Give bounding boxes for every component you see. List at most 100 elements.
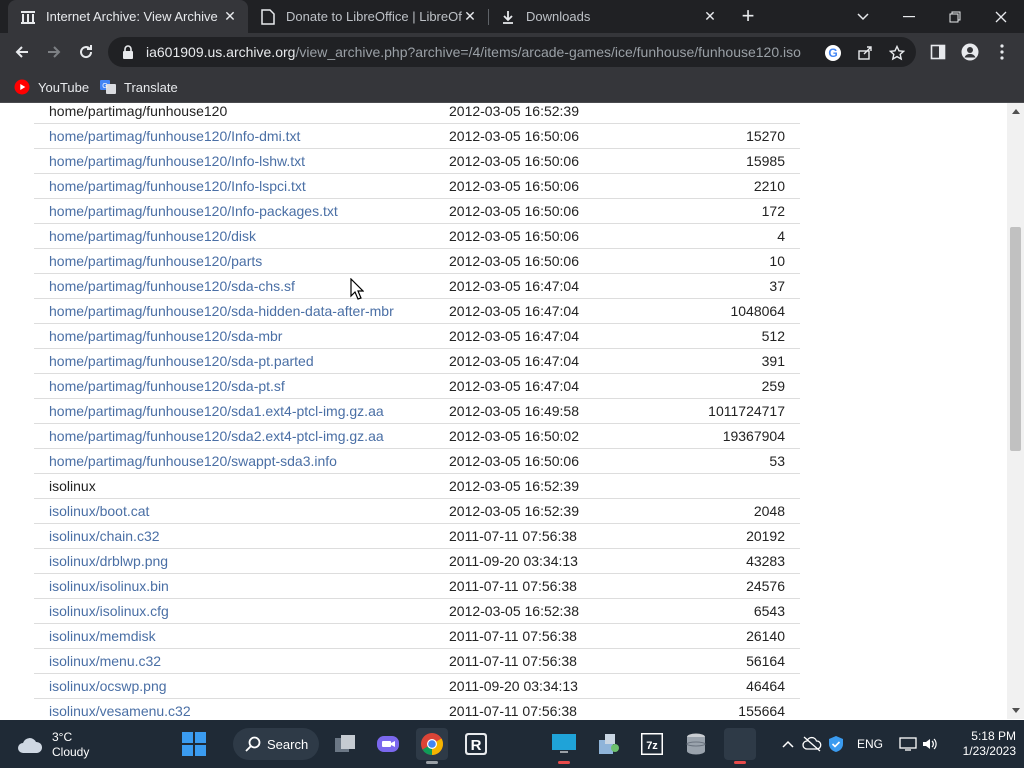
file-link[interactable]: isolinux/menu.c32	[49, 653, 161, 669]
bookmark-youtube[interactable]: YouTube	[14, 77, 89, 97]
7zip-taskbar-icon[interactable]: 7z	[636, 728, 668, 760]
profile-icon[interactable]	[960, 42, 980, 62]
file-link[interactable]: home/partimag/funhouse120/Info-packages.…	[49, 203, 338, 219]
share-icon[interactable]	[856, 44, 874, 62]
minimize-button[interactable]	[886, 0, 932, 33]
file-link[interactable]: home/partimag/funhouse120/Info-lspci.txt	[49, 178, 306, 194]
file-name-cell: home/partimag/funhouse120/sda-mbr	[34, 323, 449, 349]
task-view-icon[interactable]	[329, 728, 361, 760]
vertical-scrollbar[interactable]	[1007, 103, 1024, 719]
database-taskbar-icon[interactable]	[680, 728, 712, 760]
forward-button[interactable]	[40, 38, 68, 66]
start-button[interactable]	[178, 728, 210, 760]
reload-button[interactable]	[72, 38, 100, 66]
table-row: home/partimag/funhouse120/Info-lspci.txt…	[34, 173, 800, 199]
restore-button[interactable]	[932, 0, 978, 33]
active-window-taskbar-icon[interactable]	[724, 728, 756, 764]
file-link[interactable]: home/partimag/funhouse120/sda-pt.sf	[49, 378, 285, 394]
google-icon[interactable]: G	[824, 44, 842, 62]
file-name-cell: home/partimag/funhouse120/sda1.ext4-ptcl…	[34, 398, 449, 424]
r-app-taskbar-icon[interactable]: R	[460, 728, 492, 760]
menu-kebab-icon[interactable]	[992, 42, 1012, 62]
bookmark-translate[interactable]: G Translate	[100, 77, 178, 97]
file-link[interactable]: isolinux/ocswp.png	[49, 678, 167, 694]
table-row: home/partimag/funhouse120/swappt-sda3.in…	[34, 448, 800, 474]
file-date-cell: 2012-03-05 16:52:38	[449, 598, 679, 624]
file-link[interactable]: home/partimag/funhouse120/Info-lshw.txt	[49, 153, 305, 169]
url-text[interactable]: ia601909.us.archive.org/view_archive.php…	[146, 44, 801, 60]
file-link[interactable]: home/partimag/funhouse120/sda-chs.sf	[49, 278, 295, 294]
taskbar-clock[interactable]: 5:18 PM 1/23/2023	[946, 729, 1016, 759]
tab-downloads[interactable]: Downloads ✕	[488, 0, 728, 33]
file-size-cell: 26140	[679, 623, 800, 649]
windows-taskbar: 3°C Cloudy Search R 7z ENG 5:18 PM 1/23/…	[0, 720, 1024, 768]
file-link[interactable]: isolinux/isolinux.cfg	[49, 603, 169, 619]
tab-internet-archive[interactable]: Internet Archive: View Archive ✕	[8, 0, 248, 33]
scroll-down-arrow-icon[interactable]	[1007, 702, 1024, 719]
file-size-cell: 1048064	[679, 298, 800, 324]
download-icon	[500, 9, 516, 25]
file-link[interactable]: isolinux/drblwp.png	[49, 553, 168, 569]
lock-icon[interactable]	[120, 44, 136, 60]
close-tab-icon[interactable]: ✕	[462, 8, 478, 25]
file-link[interactable]: home/partimag/funhouse120/sda-pt.parted	[49, 353, 314, 369]
file-link[interactable]: isolinux/memdisk	[49, 628, 156, 644]
file-link[interactable]: isolinux/chain.c32	[49, 528, 160, 544]
new-tab-button[interactable]: +	[736, 5, 760, 29]
file-link[interactable]: home/partimag/funhouse120/sda-hidden-dat…	[49, 303, 394, 319]
file-link[interactable]: isolinux/isolinux.bin	[49, 578, 169, 594]
file-date-cell: 2012-03-05 16:52:39	[449, 498, 679, 524]
file-link[interactable]: home/partimag/funhouse120/sda1.ext4-ptcl…	[49, 403, 384, 419]
file-name-cell: home/partimag/funhouse120/Info-lshw.txt	[34, 148, 449, 174]
file-date-cell: 2011-07-11 07:56:38	[449, 648, 679, 674]
close-tab-icon[interactable]: ✕	[702, 8, 718, 25]
volume-icon[interactable]	[920, 734, 940, 754]
display-icon[interactable]	[898, 734, 918, 754]
chevron-up-icon[interactable]	[778, 734, 798, 754]
translate-icon: G	[100, 79, 116, 95]
chrome-taskbar-icon[interactable]	[416, 728, 448, 764]
side-panel-icon[interactable]	[928, 42, 948, 62]
file-link[interactable]: isolinux/vesamenu.c32	[49, 703, 191, 719]
file-link[interactable]: home/partimag/funhouse120/sda2.ext4-ptcl…	[49, 428, 384, 444]
installer-taskbar-icon[interactable]	[592, 728, 624, 760]
file-size-cell	[679, 473, 800, 499]
weather-widget[interactable]: 3°C Cloudy	[16, 728, 116, 762]
tab-search-button[interactable]	[840, 0, 886, 33]
file-size-cell: 20192	[679, 523, 800, 549]
file-date-cell: 2012-03-05 16:50:06	[449, 123, 679, 149]
file-size-cell: 19367904	[679, 423, 800, 449]
file-link[interactable]: home/partimag/funhouse120/Info-dmi.txt	[49, 128, 300, 144]
table-row: home/partimag/funhouse120/sda-chs.sf 2012…	[34, 273, 800, 299]
monitor-app-taskbar-icon[interactable]	[548, 728, 580, 764]
file-link[interactable]: home/partimag/funhouse120/disk	[49, 228, 256, 244]
tab-libreoffice[interactable]: Donate to LibreOffice | LibreOffic ✕	[248, 0, 488, 33]
scrollbar-thumb[interactable]	[1010, 227, 1021, 451]
file-link[interactable]: isolinux/boot.cat	[49, 503, 149, 519]
scroll-up-arrow-icon[interactable]	[1007, 103, 1024, 120]
file-size-cell: 391	[679, 348, 800, 374]
file-link[interactable]: home/partimag/funhouse120/sda-mbr	[49, 328, 282, 344]
file-date-cell: 2011-07-11 07:56:38	[449, 523, 679, 549]
bookmark-star-icon[interactable]	[888, 44, 906, 62]
file-link[interactable]: home/partimag/funhouse120/swappt-sda3.in…	[49, 453, 337, 469]
address-bar[interactable]: ia601909.us.archive.org/view_archive.php…	[108, 37, 916, 67]
file-date-cell: 2012-03-05 16:49:58	[449, 398, 679, 424]
reload-icon	[80, 45, 93, 59]
file-link[interactable]: home/partimag/funhouse120/parts	[49, 253, 262, 269]
file-date-cell: 2012-03-05 16:47:04	[449, 348, 679, 374]
teams-chat-icon[interactable]	[372, 728, 404, 760]
table-row: home/partimag/funhouse120/sda-mbr 2012-03…	[34, 323, 800, 349]
table-row: isolinux/isolinux.cfg 2012-03-05 16:52:38…	[34, 598, 800, 624]
cloud-offline-icon[interactable]	[802, 734, 822, 754]
file-size-cell: 56164	[679, 648, 800, 674]
close-tab-icon[interactable]: ✕	[222, 8, 238, 25]
security-shield-icon[interactable]	[826, 734, 846, 754]
table-row: home/partimag/funhouse120/sda2.ext4-ptcl…	[34, 423, 800, 449]
close-window-button[interactable]	[978, 0, 1024, 33]
table-row: isolinux/menu.c32 2011-07-11 07:56:38 5616…	[34, 648, 800, 674]
back-button[interactable]	[8, 38, 36, 66]
taskbar-search-button[interactable]: Search	[233, 728, 319, 760]
language-indicator[interactable]: ENG	[857, 737, 883, 751]
file-name-cell: isolinux/menu.c32	[34, 648, 449, 674]
